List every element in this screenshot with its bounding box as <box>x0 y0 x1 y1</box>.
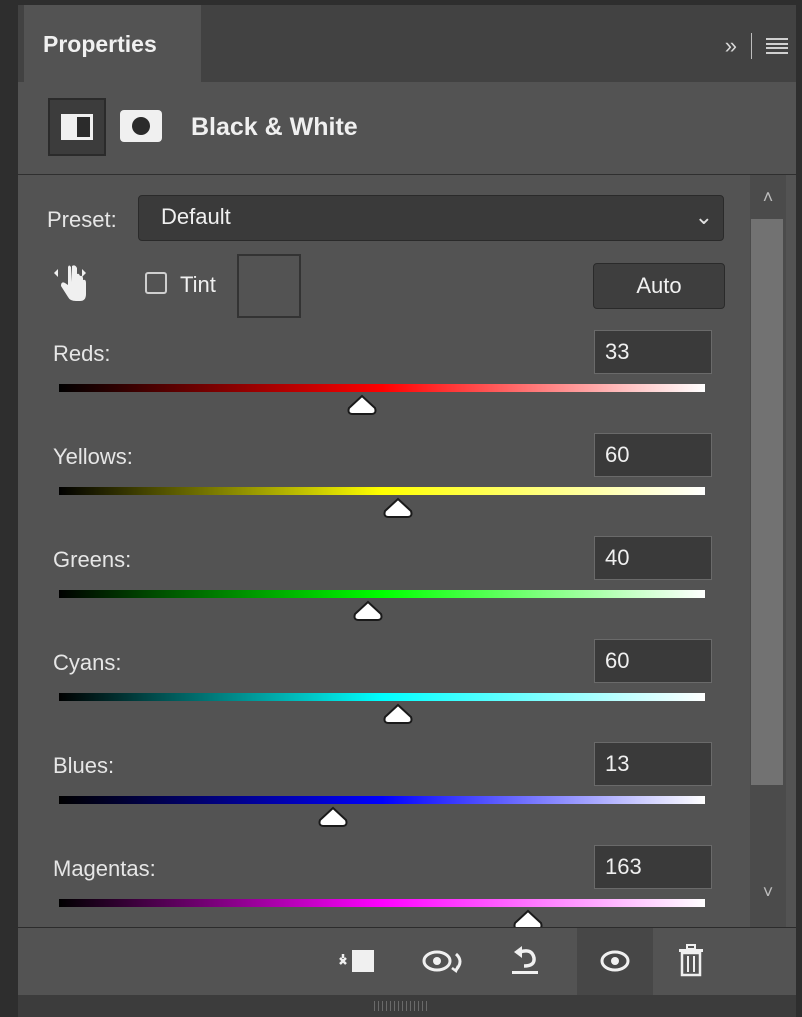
slider-track[interactable] <box>59 384 705 392</box>
slider-thumb[interactable] <box>352 600 384 622</box>
bottom-toolbar <box>18 927 796 995</box>
tint-color-swatch[interactable] <box>237 254 301 318</box>
slider-track[interactable] <box>59 693 705 701</box>
scroll-thumb[interactable] <box>751 219 783 785</box>
panel-actions: » <box>725 33 788 59</box>
window-frame-right <box>796 0 802 1017</box>
mask-icon <box>132 117 150 135</box>
chevron-down-icon: ⌄ <box>694 204 713 229</box>
properties-content: Preset: Default ⌄ Tint Auto Reds: 33 Yello… <box>18 175 796 927</box>
scroll-up-icon[interactable]: ˄ <box>750 187 786 208</box>
slider-track[interactable] <box>59 796 705 804</box>
adjustment-header: Black & White <box>18 82 796 175</box>
slider-thumb[interactable] <box>382 497 414 519</box>
slider-value-field[interactable]: 163 <box>594 845 712 889</box>
slider-label: Cyans: <box>53 650 122 675</box>
slider-thumb[interactable] <box>317 806 349 828</box>
slider-row: Greens: 40 <box>18 536 748 647</box>
slider-value-field[interactable]: 13 <box>594 742 712 786</box>
auto-button[interactable]: Auto <box>593 263 725 309</box>
panel-tab-bar: Properties » <box>18 5 796 83</box>
slider-row: Yellows: 60 <box>18 433 748 544</box>
slider-row: Reds: 33 <box>18 330 748 441</box>
window-frame-left <box>0 0 18 1017</box>
trash-icon[interactable] <box>671 944 711 978</box>
divider <box>751 33 752 59</box>
slider-label: Greens: <box>53 547 132 572</box>
slider-label: Reds: <box>53 341 111 366</box>
slider-value-field[interactable]: 60 <box>594 639 712 683</box>
scroll-down-icon[interactable]: ˅ <box>750 882 786 903</box>
panel-resize-area[interactable] <box>18 995 796 1017</box>
mask-button[interactable] <box>120 110 162 142</box>
slider-label: Yellows: <box>53 444 133 469</box>
slider-row: Cyans: 60 <box>18 639 748 750</box>
targeted-adjustment-hand-icon[interactable] <box>52 261 92 305</box>
collapse-panel-icon[interactable]: » <box>725 33 737 59</box>
scrollbar[interactable]: ˄ ˅ <box>750 175 786 927</box>
slider-track[interactable] <box>59 590 705 598</box>
panel-menu-icon[interactable] <box>766 38 788 54</box>
tint-checkbox[interactable] <box>145 272 167 294</box>
preset-dropdown[interactable]: Default ⌄ <box>138 195 724 241</box>
slider-thumb[interactable] <box>346 394 378 416</box>
slider-thumb[interactable] <box>382 703 414 725</box>
black-white-adjustment-icon <box>61 114 93 140</box>
tab-properties[interactable]: Properties <box>24 5 201 83</box>
slider-value-field[interactable]: 33 <box>594 330 712 374</box>
slider-row: Blues: 13 <box>18 742 748 853</box>
tint-label: Tint <box>180 272 216 297</box>
visibility-icon[interactable] <box>595 944 635 978</box>
clip-to-layer-icon[interactable] <box>338 944 378 978</box>
preset-value: Default <box>161 204 231 229</box>
slider-value-field[interactable]: 60 <box>594 433 712 477</box>
slider-label: Magentas: <box>53 856 156 881</box>
reset-icon[interactable] <box>506 944 546 978</box>
slider-track[interactable] <box>59 899 705 907</box>
preset-label: Preset: <box>47 207 117 232</box>
resize-grip-icon[interactable] <box>374 1001 430 1011</box>
slider-thumb[interactable] <box>512 909 544 927</box>
adjustments-button[interactable] <box>48 98 106 156</box>
slider-track[interactable] <box>59 487 705 495</box>
adjustment-title: Black & White <box>191 113 358 141</box>
slider-row: Magentas: 163 <box>18 845 748 927</box>
slider-label: Blues: <box>53 753 115 778</box>
view-previous-state-icon[interactable] <box>420 944 470 978</box>
slider-value-field[interactable]: 40 <box>594 536 712 580</box>
